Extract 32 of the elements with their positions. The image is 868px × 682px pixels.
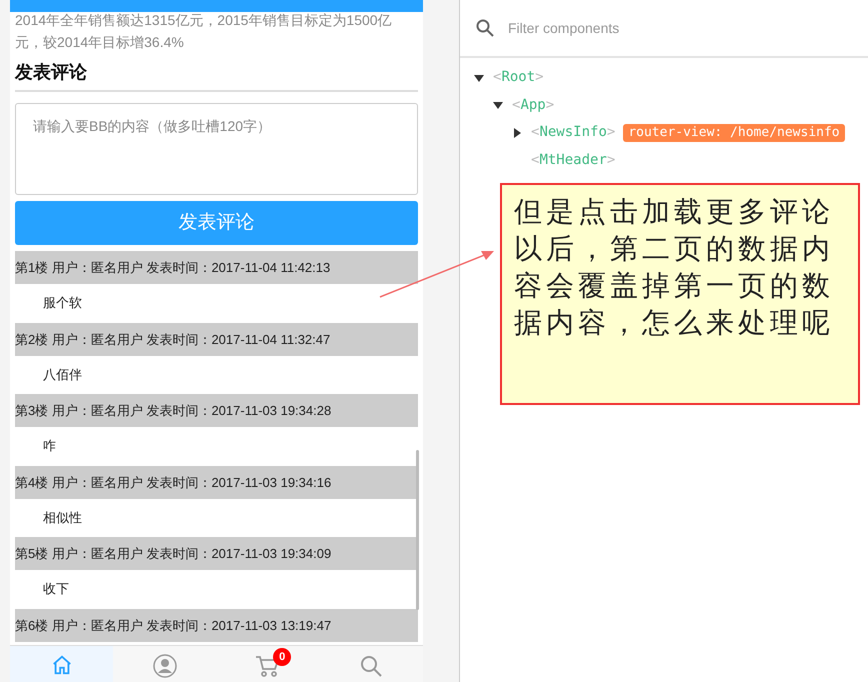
callout-note: 但是点击加载更多评论以后，第二页的数据内容会覆盖掉第一页的数据内容，怎么来处理呢	[500, 183, 860, 405]
comment-body: 服个软	[42, 294, 83, 312]
article-text: 2014年全年销售额达1315亿元，2015年销售目标定为1500亿元，较2014年目标增36.4%	[15, 11, 393, 52]
submit-button[interactable]: 发表评论	[15, 201, 418, 245]
home-icon	[50, 654, 73, 676]
comment-body: 收下	[42, 580, 70, 598]
comment-header: 第2楼 用户：匿名用户 发表时间：2017-11-04 11:32:47	[15, 322, 418, 356]
route-tag: router-view: /home/newsinfo	[623, 124, 845, 142]
comment-header: 第5楼 用户：匿名用户 发表时间：2017-11-03 19:34:09	[15, 537, 418, 570]
search-icon	[359, 654, 384, 678]
filter-field[interactable]: Filter components	[508, 18, 852, 38]
component-name[interactable]: <Root>	[493, 67, 544, 88]
tab-item[interactable]	[10, 646, 114, 682]
caret-icon[interactable]	[512, 128, 522, 138]
user-icon	[152, 654, 177, 678]
caret-icon[interactable]	[493, 100, 503, 110]
comment-body: 咋	[42, 437, 57, 455]
comment-header: 第6楼 用户：匿名用户 发表时间：2017-11-03 13:19:47	[15, 608, 418, 642]
component-name[interactable]: <App>	[512, 94, 554, 116]
comment-body: 八佰伴	[42, 366, 83, 384]
component-name[interactable]: <MtHeader>	[531, 150, 616, 171]
comment-header: 第1楼 用户：匿名用户 发表时间：2017-11-04 11:42:13	[15, 251, 418, 284]
scrollbar[interactable]	[416, 450, 419, 610]
comment-body: 相似性	[42, 508, 83, 526]
cart-badge: 0	[273, 648, 292, 666]
comment-header: 第3楼 用户：匿名用户 发表时间：2017-11-03 19:34:28	[15, 394, 418, 427]
component-name[interactable]: <NewsInfo>	[531, 122, 616, 144]
comment-field[interactable]: 请输入要BB的内容（做多吐槽120字）	[15, 103, 418, 195]
search-icon	[476, 19, 494, 37]
comment-header: 第4楼 用户：匿名用户 发表时间：2017-11-03 19:34:16	[15, 466, 418, 498]
caret-icon[interactable]	[474, 72, 484, 83]
comment-title: 发表评论	[15, 61, 88, 84]
